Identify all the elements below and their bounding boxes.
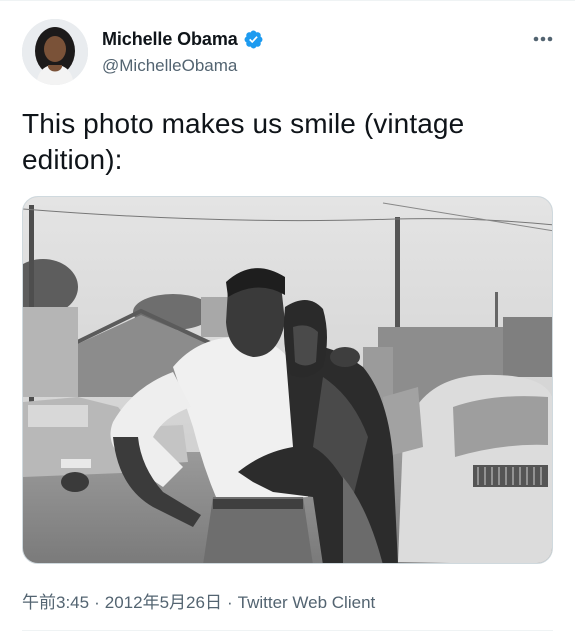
bottom-divider [22, 630, 553, 631]
top-divider [0, 0, 575, 1]
tweet-client-link[interactable]: Twitter Web Client [238, 593, 376, 612]
avatar-image [22, 19, 88, 85]
tweet-photo[interactable] [22, 196, 553, 564]
tweet-time[interactable]: 午前3:45 [22, 593, 89, 612]
avatar[interactable] [22, 19, 88, 85]
author-info: Michelle Obama @MichelleObama [102, 28, 264, 76]
verified-badge-icon [243, 29, 264, 50]
vintage-photo-image [23, 197, 552, 563]
meta-separator-2: · [226, 593, 233, 612]
tweet-date[interactable]: 2012年5月26日 [105, 593, 222, 612]
display-name-row: Michelle Obama [102, 28, 264, 50]
tweet-metadata: 午前3:45 · 2012年5月26日 · Twitter Web Client [22, 588, 375, 613]
tweet-text: This photo makes us smile (vintage editi… [22, 108, 465, 175]
author-handle[interactable]: @MichelleObama [102, 56, 264, 76]
display-name[interactable]: Michelle Obama [102, 29, 238, 50]
tweet-header: Michelle Obama @MichelleObama [22, 19, 557, 87]
meta-separator: · [94, 593, 100, 612]
more-horizontal-icon[interactable] [529, 29, 557, 49]
